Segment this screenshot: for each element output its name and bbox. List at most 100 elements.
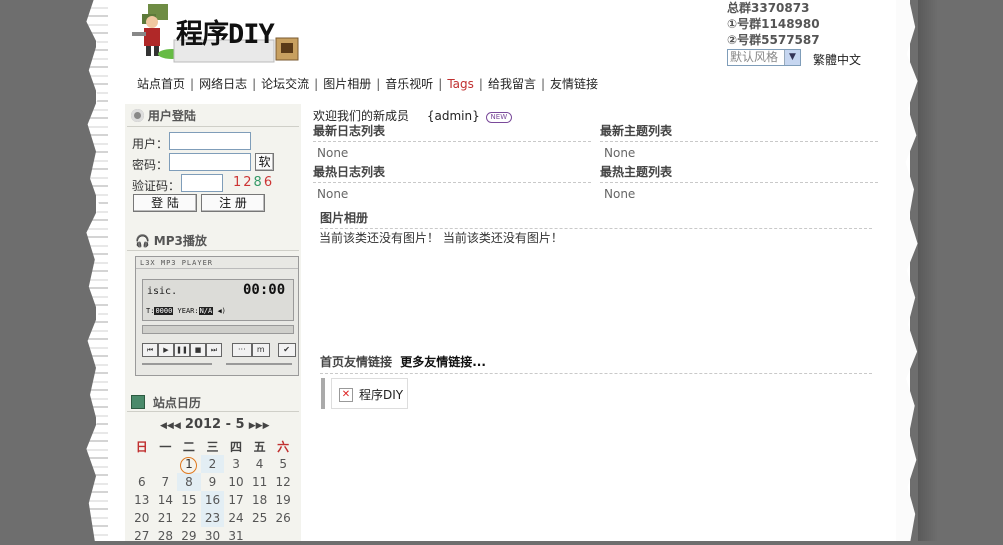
chevron-down-icon[interactable]: ▼ (784, 50, 800, 65)
calendar-day: 19 (275, 493, 291, 507)
nav-item-album[interactable]: 图片相册 (318, 77, 376, 91)
friend-link-item[interactable]: ✕ 程序DIY (331, 378, 408, 409)
hot-logs-value: None (317, 187, 349, 201)
calendar-day (248, 527, 272, 545)
mp3-time: 00:00 (243, 282, 286, 298)
hot-topics-title: 最热主题列表 (600, 163, 878, 183)
mp3-title: MP3播放 (153, 234, 207, 248)
mp3-track: isic. (147, 286, 178, 297)
mp3-year-label: YEAR: (177, 307, 199, 315)
calendar-day: 14 (157, 493, 173, 507)
headphones-icon: 🎧 (135, 234, 150, 248)
links-title: 首页友情链接 (320, 355, 393, 369)
calendar-title-row: 站点日历 (131, 394, 201, 411)
calendar-day[interactable]: 16 (200, 491, 225, 509)
captcha-input[interactable] (181, 174, 223, 192)
calendar-day[interactable]: 23 (200, 509, 225, 527)
nav-item-music[interactable]: 音乐视听 (380, 77, 438, 91)
calendar-day[interactable]: 8 (177, 473, 201, 491)
check-icon[interactable]: ✔ (277, 343, 296, 357)
calendar-day: 30 (204, 529, 221, 543)
calendar-icon (131, 395, 145, 409)
login-divider (127, 126, 299, 127)
nav-item-links[interactable]: 友情链接 (545, 77, 603, 91)
username-input[interactable] (169, 132, 251, 150)
group-main: 总群3370873 (727, 1, 810, 15)
style-select[interactable]: 默认风格 ▼ (727, 49, 801, 66)
stop-icon[interactable]: ■ (190, 343, 206, 357)
main-nav: 站点首页 | 网络日志 | 论坛交流 | 图片相册 | 音乐视听 | Tags | 给我留言 | 友情链接 (132, 75, 603, 92)
register-button[interactable]: 注 册 (201, 194, 265, 212)
album-title: 图片相册 (320, 209, 872, 229)
latest-topics-value: None (604, 146, 636, 160)
calendar-day: 24 (228, 511, 244, 525)
password-input[interactable] (169, 153, 251, 171)
prev-icon[interactable]: ⏮ (142, 343, 158, 357)
traditional-chinese-link[interactable]: 繁體中文 (813, 51, 861, 68)
prev-month-icon[interactable]: ◀ (174, 421, 181, 431)
login-button[interactable]: 登 陆 (133, 194, 197, 212)
mode-icon[interactable]: m (251, 343, 270, 357)
weekday-tue: 二 (182, 439, 195, 454)
hot-logs-title: 最热日志列表 (313, 163, 591, 183)
user-icon (131, 109, 144, 122)
more-links-link[interactable]: 更多友情链接... (400, 355, 486, 369)
calendar-week: 13 14 15 16 17 18 19 (130, 491, 295, 509)
pause-icon[interactable]: ❚❚ (174, 343, 190, 357)
calendar-day: 17 (228, 493, 244, 507)
calendar-weekday-row: 日 一 二 三 四 五 六 (130, 437, 295, 455)
playlist-icon[interactable]: ··· (231, 343, 252, 357)
nav-item-home[interactable]: 站点首页 (132, 77, 190, 91)
latest-logs-value: None (317, 146, 349, 160)
nav-item-tags[interactable]: Tags (442, 77, 479, 91)
calendar-divider (127, 411, 299, 412)
calendar-day: 13 (134, 493, 150, 507)
calendar-day: 31 (228, 529, 244, 543)
torn-edge-left (86, 0, 108, 541)
mp3-year-value: N/A (198, 307, 214, 315)
calendar-day (154, 455, 178, 473)
mp3-controls: ⏮ ▶ ❚❚ ■ ⏭ ··· m ✔ (142, 341, 296, 357)
calendar-day: 6 (137, 475, 146, 489)
soft-keyboard-button[interactable]: 软 (255, 153, 274, 171)
link-marker (321, 378, 325, 409)
username-label: 用户： (132, 137, 169, 151)
calendar-day[interactable]: 2 (200, 455, 225, 473)
calendar-day: 11 (251, 475, 268, 489)
login-title: 用户登陆 (147, 109, 196, 123)
calendar-day: 28 (157, 529, 173, 543)
calendar-day (271, 527, 295, 545)
calendar-month: 2012 - 5 (184, 417, 245, 432)
group-2: ②号群5577587 (727, 33, 820, 47)
calendar-header: ◀◀◀ 2012 - 5 ▶▶▶ (160, 417, 270, 432)
welcome-text: 欢迎我们的新成员 (313, 109, 410, 123)
balance-slider[interactable] (226, 363, 292, 365)
calendar-day (130, 455, 154, 473)
calendar-day: 21 (157, 511, 173, 525)
album-empty-text: 当前该类还没有图片！ 当前该类还没有图片！ (319, 231, 563, 245)
calendar-day: 15 (181, 493, 197, 507)
nav-item-blog[interactable]: 网络日志 (194, 77, 252, 91)
calendar-week: 6 7 8 9 10 11 12 (130, 473, 295, 491)
nav-item-forum[interactable]: 论坛交流 (256, 77, 314, 91)
nav-item-guestbook[interactable]: 给我留言 (483, 77, 541, 91)
qq-groups: 总群3370873 ①号群1148980 ②号群5577587 (727, 0, 820, 48)
calendar-day: 20 (134, 511, 150, 525)
mp3-display: isic. 00:00 T:0000 YEAR:N/A ◀) (142, 279, 294, 321)
mp3-title-row: 🎧 MP3播放 (135, 232, 207, 249)
style-select-value: 默认风格 (730, 50, 779, 64)
next-icon[interactable]: ⏭ (206, 343, 222, 357)
calendar-grid: 日 一 二 三 四 五 六 1 2 3 4 5 6 7 8 9 10 11 12… (130, 437, 300, 545)
prev-year-icon[interactable]: ◀◀ (160, 421, 174, 431)
new-member-link[interactable]: {admin} (427, 109, 480, 123)
mp3-meta: T:0000 YEAR:N/A ◀) (146, 307, 226, 315)
volume-slider[interactable] (142, 363, 212, 365)
next-month-icon[interactable]: ▶ (249, 421, 256, 431)
play-icon[interactable]: ▶ (158, 343, 174, 357)
next-year-icon[interactable]: ▶▶ (256, 421, 270, 431)
calendar-day: 5 (279, 457, 287, 471)
logo-text: 程序DIY (176, 19, 275, 50)
mp3-seek-bar[interactable] (142, 325, 294, 334)
latest-logs-title: 最新日志列表 (313, 122, 591, 142)
captcha-label: 验证码： (132, 179, 181, 193)
